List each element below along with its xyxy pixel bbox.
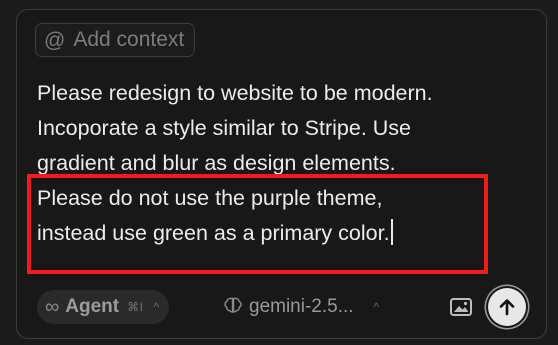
chevron-up-icon: ^ [373,300,380,314]
add-context-label: Add context [73,28,185,51]
image-icon [450,298,472,316]
text-caret [390,219,393,245]
prompt-textarea[interactable]: Please redesign to website to be modern.… [37,76,537,251]
prompt-line: Incoporate a style similar to Stripe. Us… [37,116,412,140]
brain-icon [223,295,243,320]
send-button[interactable] [488,288,526,326]
prompt-line: gradient and blur as design elements. [37,151,396,175]
model-selector[interactable]: gemini-2.5... ^ [223,290,379,324]
prompt-line-last: instead use green as a primary color. [37,216,537,251]
chevron-up-icon: ^ [153,300,160,314]
add-context-button[interactable]: @ Add context [35,23,196,57]
agent-shortcut-hint: ⌘I [127,300,144,314]
prompt-line: Please do not use the purple theme, [37,186,383,210]
arrow-up-icon [499,299,515,316]
at-icon: @ [44,28,66,52]
input-toolbar: ∞ Agent ⌘I ^ gemini-2.5... ^ [37,287,526,327]
image-upload-button[interactable] [449,296,473,318]
prompt-line-text: instead use green as a primary color. [37,221,390,245]
agent-mode-selector[interactable]: ∞ Agent ⌘I ^ [37,290,170,324]
agent-mode-label: Agent [65,296,120,317]
chat-input-panel: @ Add context Please redesign to website… [16,9,547,339]
prompt-line: Please redesign to website to be modern. [37,81,433,105]
model-label: gemini-2.5... [249,296,354,317]
infinity-icon: ∞ [45,296,60,318]
